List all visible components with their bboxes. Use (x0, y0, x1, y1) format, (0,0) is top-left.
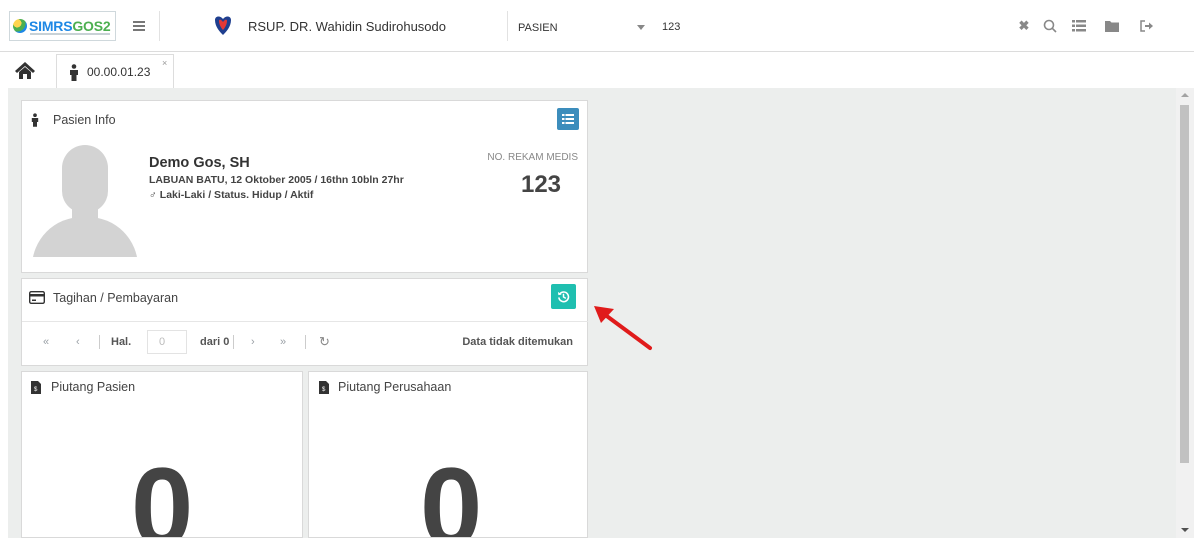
search-type-value: PASIEN (518, 22, 558, 34)
caret-down-icon (637, 25, 645, 30)
company-receivable-title: Piutang Perusahaan (338, 380, 452, 394)
scroll-thumb[interactable] (1180, 105, 1189, 463)
empty-message: Data tidak ditemukan (462, 336, 573, 348)
page-label: Hal. (111, 336, 132, 348)
tab-patient[interactable]: 00.00.01.23 × (56, 54, 174, 88)
menu-toggle-button[interactable] (119, 11, 159, 41)
billing-panel: Tagihan / Pembayaran « ‹ Hal. 0 dari 0 ›… (21, 278, 588, 366)
billing-pager: « ‹ Hal. 0 dari 0 › » ↻ Data tidak ditem… (22, 321, 588, 365)
logo-tagline (30, 33, 110, 35)
avatar (32, 145, 138, 257)
history-icon (557, 291, 570, 303)
scroll-up-icon[interactable] (1181, 93, 1189, 97)
hamburger-icon (133, 25, 145, 27)
tab-home[interactable] (14, 60, 40, 84)
person-icon (70, 64, 78, 81)
tab-close-icon[interactable]: × (162, 58, 167, 68)
patient-info-title: Pasien Info (53, 113, 116, 127)
patient-birth-info: LABUAN BATU, 12 Oktober 2005 / 16thn 10b… (149, 174, 404, 186)
tab-patient-label: 00.00.01.23 (87, 65, 151, 79)
vertical-scrollbar[interactable] (1176, 88, 1194, 538)
app-logo[interactable]: SIMRSGOS2 (9, 11, 116, 41)
search-input[interactable] (662, 20, 1002, 34)
scroll-down-icon[interactable] (1181, 528, 1189, 532)
patient-menu-button[interactable] (557, 108, 579, 130)
list-icon (562, 114, 574, 124)
top-bar: SIMRSGOS2 RSUP. DR. Wahidin Sudirohusodo… (0, 0, 1194, 52)
folder-icon[interactable] (1104, 18, 1120, 34)
logo-text: SIMRSGOS2 (29, 18, 111, 34)
record-number-label: NO. REKAM MEDIS (487, 152, 578, 163)
invoice-icon: $ (31, 381, 41, 394)
patient-receivable-panel: $ Piutang Pasien 0 (21, 371, 303, 538)
hospital-name: RSUP. DR. Wahidin Sudirohusodo (248, 19, 446, 34)
patient-gender-status: ♂ Laki-Laki / Status. Hidup / Aktif (149, 189, 314, 201)
search-type-select[interactable]: PASIEN (509, 11, 659, 41)
patient-name: Demo Gos, SH (149, 155, 250, 171)
company-receivable-value: 0 (420, 445, 483, 538)
clear-icon[interactable]: ✖ (1016, 18, 1032, 34)
logout-icon[interactable] (1139, 18, 1155, 34)
tab-bar: 00.00.01.23 × (0, 52, 1194, 88)
logo-icon (13, 19, 27, 33)
record-number-value: 123 (520, 171, 562, 198)
first-page-icon[interactable]: « (43, 336, 49, 348)
refresh-icon[interactable]: ↻ (319, 334, 330, 350)
billing-history-button[interactable] (551, 284, 576, 309)
patient-receivable-title: Piutang Pasien (51, 380, 136, 394)
prev-page-icon[interactable]: ‹ (76, 336, 80, 348)
annotation-arrow-icon (594, 306, 652, 350)
billing-title: Tagihan / Pembayaran (53, 291, 179, 305)
patient-info-panel: Pasien Info Demo Gos, SH LABUAN BATU, 12… (21, 100, 588, 273)
invoice-icon: $ (319, 381, 329, 394)
page-total-label: dari 0 (200, 336, 230, 348)
next-page-icon[interactable]: › (251, 336, 255, 348)
person-icon (31, 113, 39, 127)
page-number-input[interactable]: 0 (147, 330, 187, 354)
credit-card-icon (29, 291, 45, 304)
hospital-selector[interactable]: RSUP. DR. Wahidin Sudirohusodo (159, 11, 508, 41)
list-icon[interactable] (1071, 18, 1087, 34)
patient-receivable-value: 0 (131, 445, 194, 538)
home-icon (15, 62, 35, 79)
last-page-icon[interactable]: » (280, 336, 286, 348)
search-icon[interactable] (1042, 18, 1058, 34)
company-receivable-panel: $ Piutang Perusahaan 0 (308, 371, 588, 538)
hospital-logo-icon (215, 16, 231, 35)
